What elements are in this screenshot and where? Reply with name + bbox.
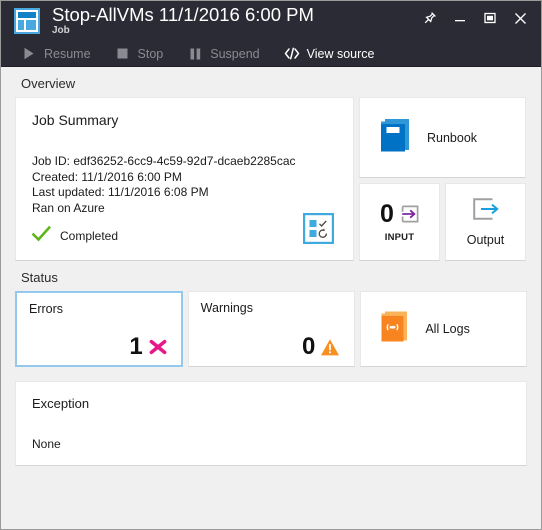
exception-body: None <box>32 437 61 451</box>
suspend-button[interactable]: Suspend <box>187 46 260 62</box>
close-icon[interactable] <box>505 3 535 33</box>
stop-button[interactable]: Stop <box>115 46 164 62</box>
title-block: Stop-AllVMs 11/1/2016 6:00 PM Job <box>52 4 415 37</box>
all-logs-label: All Logs <box>425 322 470 336</box>
job-checklist-icon <box>302 212 335 245</box>
azure-portal-icon <box>14 8 40 34</box>
output-tile[interactable]: Output <box>445 183 526 261</box>
job-status: Completed <box>31 225 337 245</box>
overview-right-column: Runbook 0 INPUT Output <box>359 97 526 261</box>
view-source-label: View source <box>306 46 375 61</box>
completed-check-icon <box>31 225 52 245</box>
overview-section-label: Overview <box>21 76 76 91</box>
errors-tile[interactable]: Errors 1 <box>15 291 183 367</box>
blue-book-icon <box>377 116 413 159</box>
maximize-icon[interactable] <box>475 3 505 33</box>
play-icon <box>21 46 37 62</box>
content-area: Overview Job Summary Job ID: edf36252-6c… <box>1 67 541 529</box>
window-subtitle: Job <box>52 25 70 36</box>
warnings-tile[interactable]: Warnings 0 <box>187 291 356 367</box>
pin-icon[interactable] <box>415 3 445 33</box>
job-status-label: Completed <box>60 228 119 243</box>
title-bar: Stop-AllVMs 11/1/2016 6:00 PM Job <box>1 1 541 41</box>
job-summary-tile[interactable]: Job Summary Job ID: edf36252-6cc9-4c59-9… <box>15 97 354 261</box>
arrow-out-of-box-icon <box>472 197 499 226</box>
io-row: 0 INPUT Output <box>359 183 526 261</box>
input-count: 0 <box>380 199 394 228</box>
errors-count: 1 <box>129 333 143 360</box>
runbook-label: Runbook <box>427 130 478 145</box>
orange-book-broadcast-icon <box>378 309 411 349</box>
view-source-button[interactable]: View source <box>284 46 375 62</box>
overview-row: Job Summary Job ID: edf36252-6cc9-4c59-9… <box>15 97 527 261</box>
window-title: Stop-AllVMs 11/1/2016 6:00 PM <box>52 4 314 25</box>
job-details-window: Stop-AllVMs 11/1/2016 6:00 PM Job Resume… <box>0 0 542 530</box>
arrow-into-box-icon <box>394 205 419 223</box>
ran-on-line: Ran on Azure <box>32 200 105 215</box>
resume-button[interactable]: Resume <box>21 46 91 62</box>
warning-triangle-icon <box>315 338 340 357</box>
code-brackets-icon <box>284 46 300 62</box>
status-row: Errors 1 Warnings 0 All Logs <box>15 291 527 367</box>
job-summary-title: Job Summary <box>32 112 119 128</box>
input-label: INPUT <box>384 231 415 243</box>
resume-label: Resume <box>44 46 91 61</box>
stop-label: Stop <box>137 46 164 61</box>
minimize-icon[interactable] <box>445 3 475 33</box>
last-updated-line: Last updated: 11/1/2016 6:08 PM <box>32 185 209 199</box>
status-section-label: Status <box>21 270 58 285</box>
created-line: Created: 11/1/2016 6:00 PM <box>32 169 182 184</box>
window-controls <box>415 1 535 35</box>
input-tile[interactable]: 0 INPUT <box>359 183 440 261</box>
warnings-label: Warnings <box>200 301 254 315</box>
job-summary-details: Job ID: edf36252-6cc9-4c59-92d7-dcaeb228… <box>32 154 337 216</box>
output-label: Output <box>466 233 505 247</box>
job-id-line: Job ID: edf36252-6cc9-4c59-92d7-dcaeb228… <box>32 154 296 168</box>
runbook-tile[interactable]: Runbook <box>359 97 526 178</box>
errors-count-row: 1 <box>129 334 167 360</box>
input-count-row: 0 <box>380 199 419 228</box>
pause-icon <box>187 46 203 62</box>
exception-tile[interactable]: Exception None <box>15 381 527 466</box>
exception-title: Exception <box>32 396 90 411</box>
errors-label: Errors <box>29 302 64 316</box>
error-x-icon <box>143 337 168 357</box>
warnings-count-row: 0 <box>302 334 340 360</box>
stop-square-icon <box>115 46 131 62</box>
all-logs-tile[interactable]: All Logs <box>360 291 527 367</box>
warnings-count: 0 <box>301 333 316 360</box>
command-bar: Resume Stop Suspend View source <box>1 41 541 67</box>
suspend-label: Suspend <box>210 46 260 61</box>
